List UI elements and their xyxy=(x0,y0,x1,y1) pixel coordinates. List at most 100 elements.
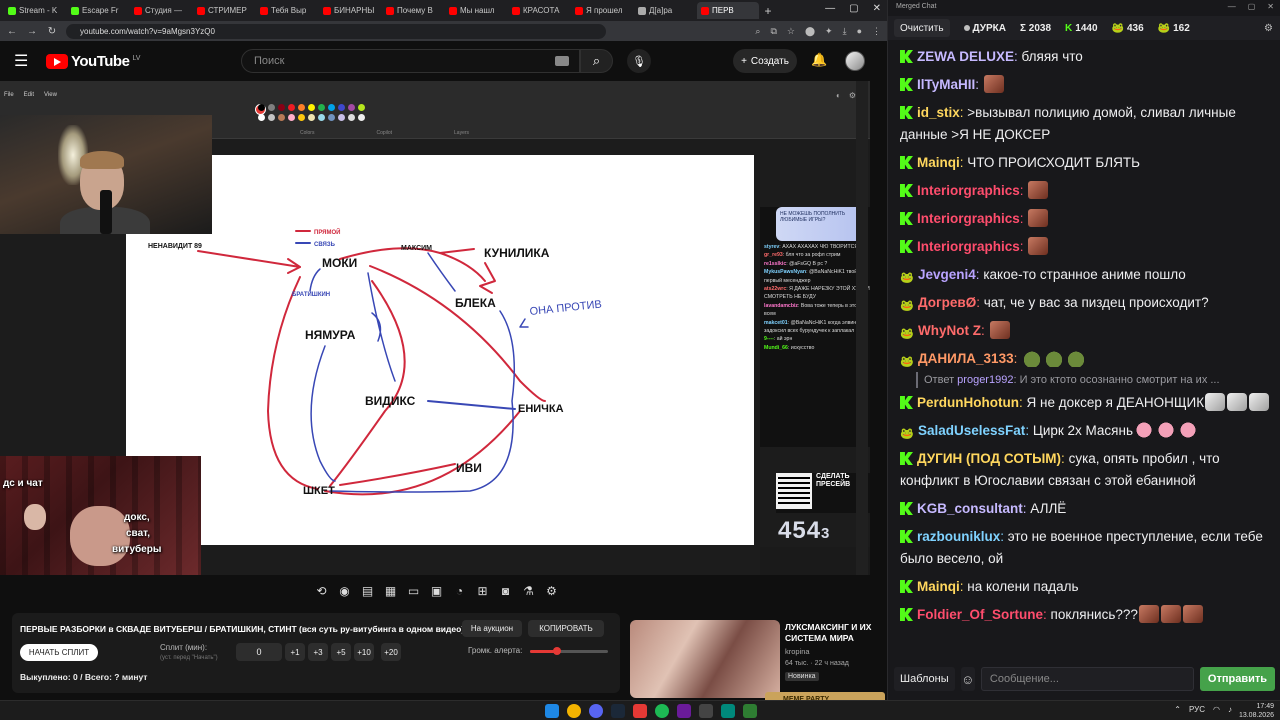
speed-icon[interactable]: ◔ xyxy=(452,583,467,598)
back-icon[interactable]: ← xyxy=(6,26,18,37)
chat-author[interactable]: KGB_consultant xyxy=(917,501,1023,516)
camera-icon[interactable]: ◙ xyxy=(498,583,513,598)
screen-icon[interactable]: ▣ xyxy=(429,583,444,598)
recommended-video[interactable]: ЛУКСМАКСИНГ И ИХ СИСТЕМА МИРА kropina 64… xyxy=(630,620,880,700)
youtube-logo[interactable]: YouTube LV xyxy=(46,53,140,70)
flask-icon[interactable]: ⚗ xyxy=(521,583,536,598)
chat-author[interactable]: Jevgeni4 xyxy=(918,267,976,282)
page-scrollbar[interactable] xyxy=(856,81,868,575)
clapper-icon[interactable]: ▦ xyxy=(383,583,398,598)
chat-author[interactable]: ДАНИЛА_3133 xyxy=(918,351,1014,366)
taskbar-clock[interactable]: 17:49 13.08.2026 xyxy=(1239,702,1274,720)
chat-author[interactable]: ДогревØ xyxy=(918,295,976,310)
chat-author[interactable]: WhyNot Z xyxy=(918,323,981,338)
language-indicator[interactable]: РУС xyxy=(1189,705,1205,714)
menu-dots-icon[interactable]: ⋮ xyxy=(872,26,881,37)
chat-author[interactable]: Interiorgraphics xyxy=(917,211,1020,226)
alert-volume-knob[interactable] xyxy=(553,647,562,655)
star-icon[interactable]: ☆ xyxy=(787,26,795,37)
spotify-icon[interactable] xyxy=(655,704,669,718)
url-field[interactable]: youtube.com/watch?v=9aMgsn3YzQ0 xyxy=(66,23,606,39)
chat-author[interactable]: SaladUselessFat xyxy=(918,423,1025,438)
chat-close-icon[interactable]: ✕ xyxy=(1267,2,1274,11)
step-button-3[interactable]: +3 xyxy=(308,643,328,661)
forward-icon[interactable]: → xyxy=(26,26,38,37)
templates-button[interactable]: Шаблоны xyxy=(894,667,955,691)
close-icon[interactable]: ✕ xyxy=(873,3,881,14)
recommended-title[interactable]: ЛУКСМАКСИНГ И ИХ СИСТЕМА МИРА xyxy=(785,622,880,644)
chat-author[interactable]: IlTyMaHII xyxy=(917,77,975,92)
hamburger-menu-icon[interactable]: ☰ xyxy=(14,51,34,71)
browser-tab[interactable]: Мы нашл xyxy=(445,2,507,19)
install-icon[interactable]: ⧉ xyxy=(770,26,776,37)
volume-icon[interactable]: ♪ xyxy=(1228,705,1232,714)
steam-icon[interactable] xyxy=(611,704,625,718)
chat-author[interactable]: Foldier_Of_Sortune xyxy=(917,607,1043,622)
create-button[interactable]: + Создать xyxy=(733,49,797,73)
start-split-button[interactable]: НАЧАТЬ СПЛИТ xyxy=(20,644,98,661)
step-button-1[interactable]: +1 xyxy=(285,643,305,661)
chat-author[interactable]: Interiorgraphics xyxy=(917,239,1020,254)
app-teal-icon[interactable] xyxy=(721,704,735,718)
alert-volume-slider[interactable] xyxy=(530,647,608,655)
chat-author[interactable]: id_stix xyxy=(917,105,960,120)
avatar[interactable] xyxy=(845,51,865,71)
subtitles-icon[interactable]: ▤ xyxy=(360,583,375,598)
profile-icon[interactable]: ● xyxy=(857,26,862,37)
video-player[interactable]: File Edit View ColorsCopilotLayers ◐⚙ xyxy=(0,81,870,575)
emoji-button[interactable]: ☺ xyxy=(960,667,975,691)
step-button-20[interactable]: +20 xyxy=(381,643,401,661)
browser-tab[interactable]: ПЕРВ xyxy=(697,2,759,19)
chrome-icon[interactable] xyxy=(567,704,581,718)
chat-author[interactable]: Mainqi xyxy=(917,579,960,594)
extension-icon[interactable]: ⬤ xyxy=(805,26,815,37)
browser-tab[interactable]: Почему В xyxy=(382,2,444,19)
step-button-5[interactable]: +5 xyxy=(331,643,351,661)
voice-search-button[interactable]: 🎙 xyxy=(627,49,651,73)
chat-settings-icon[interactable]: ⚙ xyxy=(1264,23,1273,34)
chat-message-input[interactable]: Сообщение... xyxy=(980,667,1194,691)
browser-tab[interactable]: Stream - K xyxy=(4,2,66,19)
step-button-10[interactable]: +10 xyxy=(354,643,374,661)
frame-icon[interactable]: ▭ xyxy=(406,583,421,598)
discord-icon[interactable] xyxy=(589,704,603,718)
chat-author[interactable]: ZEWA DELUXE xyxy=(917,49,1014,64)
new-tab-button[interactable]: + xyxy=(760,4,776,18)
recommended-channel[interactable]: kropina xyxy=(785,647,810,656)
windows-start-icon[interactable] xyxy=(545,704,559,718)
browser-tab[interactable]: Я прошел xyxy=(571,2,633,19)
app-gray-icon[interactable] xyxy=(699,704,713,718)
search-input[interactable]: Поиск xyxy=(241,49,580,73)
app-green-icon[interactable] xyxy=(743,704,757,718)
clear-chat-button[interactable]: Очистить xyxy=(894,19,950,37)
minimize-icon[interactable]: — xyxy=(825,3,835,14)
recommended-thumbnail[interactable] xyxy=(630,620,780,698)
notifications-bell-icon[interactable]: 🔔 xyxy=(811,52,827,68)
clip-icon[interactable]: ⊞ xyxy=(475,583,490,598)
chat-author[interactable]: razbouniklux xyxy=(917,529,1000,544)
browser-tab[interactable]: КРАСОТА xyxy=(508,2,570,19)
maximize-icon[interactable]: ▢ xyxy=(849,3,858,14)
browser-tab[interactable]: СТРИМЕР xyxy=(193,2,255,19)
search-button[interactable]: ⌕ xyxy=(580,49,613,73)
obs-icon[interactable] xyxy=(677,704,691,718)
search-page-icon[interactable]: ⌕ xyxy=(755,26,760,37)
download-icon[interactable]: ⤓ xyxy=(843,26,847,37)
settings-gear-icon[interactable]: ⚙ xyxy=(544,583,559,598)
browser-tab[interactable]: Студия — xyxy=(130,2,192,19)
copy-button[interactable]: КОПИРОВАТЬ xyxy=(528,620,604,637)
browser-tab[interactable]: Д[а]ра xyxy=(634,2,696,19)
chat-author[interactable]: ДУГИН (ПОД СОТЫМ) xyxy=(917,451,1061,466)
chat-author[interactable]: Mainqi xyxy=(917,155,960,170)
chat-maximize-icon[interactable]: ▢ xyxy=(1248,2,1256,11)
chat-author[interactable]: PerdunHohotun xyxy=(917,395,1019,410)
send-button[interactable]: Отправить xyxy=(1199,667,1275,691)
loop-icon[interactable]: ⟲ xyxy=(314,583,329,598)
to-auction-button[interactable]: На аукцион xyxy=(462,620,522,637)
keyboard-icon[interactable] xyxy=(555,56,569,66)
browser-tab[interactable]: БИНАРНЫ xyxy=(319,2,381,19)
browser-tab[interactable]: Тебя Выр xyxy=(256,2,318,19)
wifi-icon[interactable]: ◠ xyxy=(1213,705,1220,714)
browser-tab[interactable]: Escape Fr xyxy=(67,2,129,19)
tray-chevron-icon[interactable]: ⌃ xyxy=(1174,705,1181,714)
